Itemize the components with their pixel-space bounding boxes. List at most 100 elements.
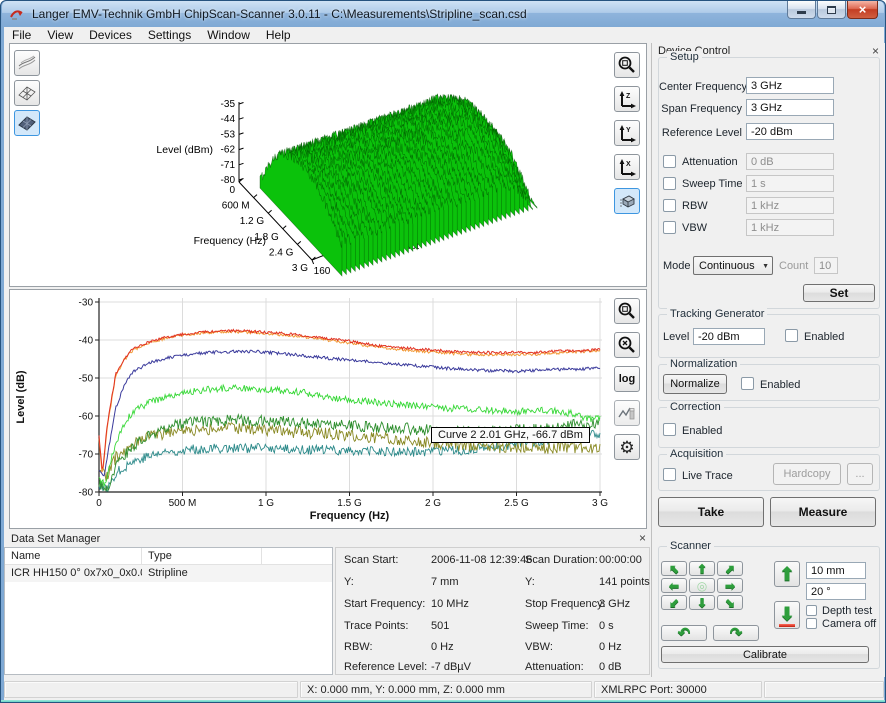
svg-text:1.2 G: 1.2 G: [240, 216, 265, 227]
close-button[interactable]: ×: [847, 1, 878, 19]
wireframe-icon: [17, 83, 37, 103]
sweep-time-checkbox[interactable]: [663, 177, 676, 190]
reference-level-field[interactable]: [746, 123, 834, 140]
correction-enabled-checkbox[interactable]: [663, 423, 676, 436]
plot2d-panel[interactable]: -30-40-50-60-70-800500 M1 G1.5 G2 G2.5 G…: [9, 289, 647, 529]
span-frequency-field[interactable]: [746, 99, 834, 116]
set-button[interactable]: Set: [803, 284, 875, 302]
svg-text:Level (dBm): Level (dBm): [156, 144, 213, 156]
menu-window[interactable]: Window: [199, 27, 258, 43]
normalize-button[interactable]: Normalize: [663, 374, 727, 394]
view-3d-icon: [617, 191, 637, 211]
arrow-down-icon: ⬇: [697, 597, 707, 609]
solid-surface-icon: [17, 113, 37, 133]
rotate-ccw-button[interactable]: ↶: [661, 625, 707, 641]
svg-text:1.5 G: 1.5 G: [337, 498, 362, 509]
probe-down-icon: ⬇: [779, 605, 794, 623]
depth-test-label: Depth test: [822, 605, 872, 617]
center-frequency-field[interactable]: [746, 77, 834, 94]
view-x-axis-button[interactable]: X: [614, 154, 640, 180]
info-label: Trace Points:: [344, 620, 408, 632]
probe-down-button[interactable]: ⬇: [774, 601, 800, 629]
titlebar[interactable]: Langer EMV-Technik GmbH ChipScan-Scanner…: [2, 1, 884, 27]
menu-file[interactable]: File: [4, 27, 39, 43]
depth-test-checkbox[interactable]: [806, 605, 817, 616]
move-up-button[interactable]: ⬆: [689, 561, 715, 576]
info-value: 141 points: [599, 576, 650, 588]
svg-text:160: 160: [314, 266, 331, 277]
dataset-list[interactable]: Name Type ICR HH150 0° 0x7x0_0x0.05x0 St…: [4, 547, 333, 675]
surface-lines-mode-button[interactable]: [14, 50, 40, 76]
menu-view[interactable]: View: [39, 27, 81, 43]
acquisition-label: Acquisition: [667, 448, 726, 460]
log-scale-button[interactable]: log: [614, 366, 640, 392]
move-down-button[interactable]: ⬇: [689, 595, 715, 610]
calibrate-button[interactable]: Calibrate: [661, 646, 869, 663]
column-header-name[interactable]: Name: [5, 548, 142, 564]
svg-text:-60: -60: [79, 412, 94, 423]
dataset-row[interactable]: ICR HH150 0° 0x7x0_0x0.05x0 Stripline: [5, 565, 332, 582]
plot-settings-button[interactable]: ⚙: [614, 434, 640, 460]
move-up-left-button[interactable]: ⬉: [661, 561, 687, 576]
info-value: 0 Hz: [599, 641, 622, 653]
wireframe-mode-button[interactable]: [14, 80, 40, 106]
move-right-button[interactable]: ➡: [717, 578, 743, 593]
dataset-manager-close-icon[interactable]: ×: [639, 532, 646, 544]
move-left-button[interactable]: ⬅: [661, 578, 687, 593]
attenuation-checkbox[interactable]: [663, 155, 676, 168]
tracking-level-field[interactable]: [693, 328, 765, 345]
vbw-checkbox[interactable]: [663, 221, 676, 234]
step-distance-field[interactable]: [806, 562, 866, 579]
mode-dropdown[interactable]: Continuous ▼: [693, 256, 773, 275]
svg-text:Frequency (Hz): Frequency (Hz): [194, 235, 266, 247]
column-header-type[interactable]: Type: [142, 548, 262, 564]
plot3d-surface-chart[interactable]: -35-44-53-62-71-80Level (dBm)0600 M1.2 G…: [10, 44, 646, 286]
take-button[interactable]: Take: [658, 497, 764, 527]
normalization-label: Normalization: [667, 358, 740, 370]
view-z-axis-button[interactable]: Z: [614, 86, 640, 112]
svg-text:-50: -50: [79, 374, 94, 385]
dataset-info-panel: Scan Start: 2006-11-08 12:39:46 Scan Dur…: [335, 547, 650, 675]
axis-y-icon: Y: [617, 123, 637, 143]
tracking-enabled-checkbox[interactable]: [785, 329, 798, 342]
move-down-right-button[interactable]: ⬊: [717, 595, 743, 610]
camera-off-label: Camera off: [822, 618, 876, 630]
device-control-close-icon[interactable]: ×: [872, 45, 879, 57]
normalization-enabled-checkbox[interactable]: [741, 377, 754, 390]
probe-contact-indicator: [779, 624, 795, 627]
menu-settings[interactable]: Settings: [140, 27, 199, 43]
rbw-checkbox[interactable]: [663, 199, 676, 212]
measure-button[interactable]: Measure: [770, 497, 876, 527]
maximize-button[interactable]: [817, 1, 846, 19]
dataset-manager-header[interactable]: Data Set Manager ×: [4, 531, 650, 547]
zoom-reset-2d-button[interactable]: [614, 332, 640, 358]
move-down-left-button[interactable]: ⬋: [661, 595, 687, 610]
menu-devices[interactable]: Devices: [81, 27, 140, 43]
client-area: -35-44-53-62-71-80Level (dBm)0600 M1.2 G…: [4, 43, 884, 700]
arrow-left-icon: ⬅: [669, 580, 679, 592]
arrow-up-right-icon: ⬈: [725, 563, 735, 575]
plot2d-spectrum-chart[interactable]: -30-40-50-60-70-800500 M1 G1.5 G2 G2.5 G…: [10, 290, 646, 528]
info-label: VBW:: [525, 641, 553, 653]
app-window: Langer EMV-Technik GmbH ChipScan-Scanner…: [0, 0, 886, 703]
solid-surface-mode-button[interactable]: [14, 110, 40, 136]
live-trace-checkbox[interactable]: [663, 468, 676, 481]
camera-off-checkbox[interactable]: [806, 618, 817, 629]
view-3d-button[interactable]: [614, 188, 640, 214]
plot3d-panel[interactable]: -35-44-53-62-71-80Level (dBm)0600 M1.2 G…: [9, 43, 647, 287]
menu-help[interactable]: Help: [258, 27, 299, 43]
zoom-in-2d-button[interactable]: [614, 298, 640, 324]
probe-up-button[interactable]: ⬆: [774, 561, 800, 587]
marker-tool-button[interactable]: [614, 400, 640, 426]
info-label: RBW:: [344, 641, 373, 653]
move-home-button[interactable]: ◎: [689, 578, 715, 593]
minimize-button[interactable]: [787, 1, 816, 19]
zoom-3d-button[interactable]: [614, 52, 640, 78]
info-value: 7 mm: [431, 576, 459, 588]
step-angle-field[interactable]: [806, 583, 866, 600]
magnifier-x-icon: [617, 335, 637, 355]
rotate-cw-button[interactable]: ↷: [713, 625, 759, 641]
view-y-axis-button[interactable]: Y: [614, 120, 640, 146]
menu-bar: File View Devices Settings Window Help: [4, 27, 884, 43]
move-up-right-button[interactable]: ⬈: [717, 561, 743, 576]
